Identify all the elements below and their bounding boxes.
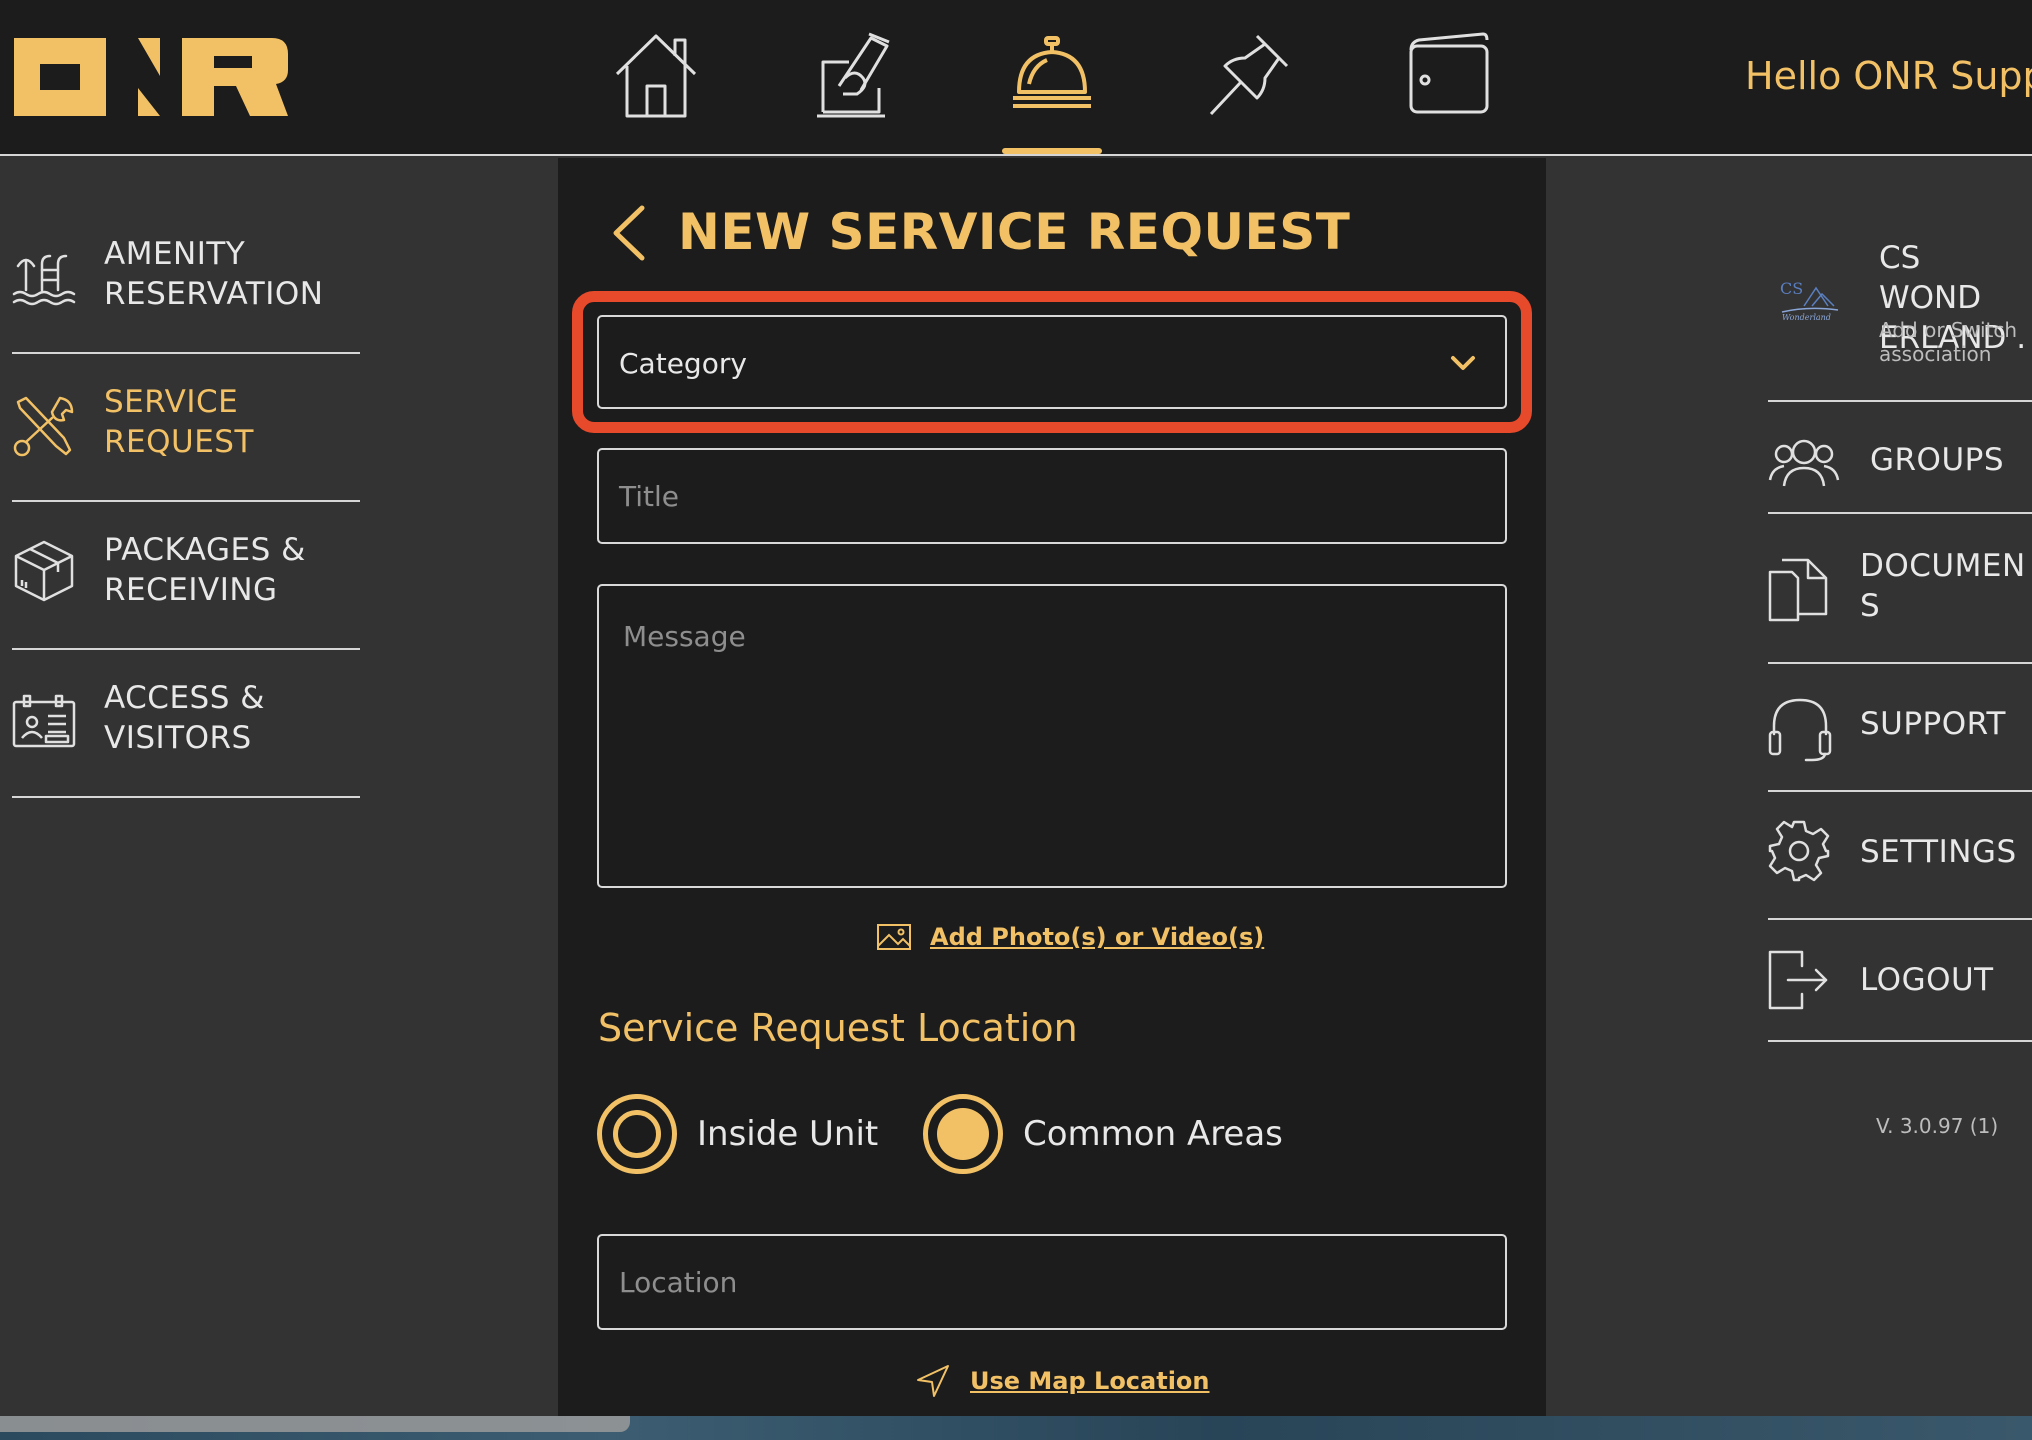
wallet-icon [1409, 32, 1489, 114]
nav-tab-home[interactable] [606, 28, 706, 154]
pool-ladder-icon [12, 246, 76, 312]
nav-tab-wallet[interactable] [1398, 28, 1498, 154]
chevron-down-icon [1449, 353, 1477, 373]
sidebar-item-label: AMENITY RESERVATION [104, 236, 324, 312]
svg-text:Wonderland: Wonderland [1782, 313, 1831, 322]
menu-item-label: SUPPORT [1860, 706, 2006, 742]
headset-icon [1768, 694, 1832, 764]
location-section-heading: Service Request Location [598, 1006, 1078, 1050]
active-tab-indicator [1002, 148, 1102, 154]
add-media-label: Add Photo(s) or Video(s) [930, 923, 1265, 951]
package-box-icon [12, 538, 76, 604]
sidebar-item-access-visitors[interactable]: ACCESS & VISITORS [12, 650, 360, 798]
divider [1768, 918, 2032, 920]
sidebar-item-label: ACCESS & VISITORS [104, 680, 265, 756]
menu-item-label: DOCUMEN S [1860, 548, 2026, 624]
wrench-screwdriver-icon [12, 394, 76, 460]
nav-tab-vote[interactable] [804, 28, 904, 154]
sidebar-item-packages-receiving[interactable]: PACKAGES & RECEIVING [12, 502, 360, 650]
svg-text:CS: CS [1780, 279, 1803, 298]
sidebar-item-service-request[interactable]: SERVICE REQUEST [12, 354, 360, 502]
sidebar-item-label: SERVICE REQUEST [104, 384, 254, 460]
groups-icon [1768, 430, 1840, 496]
radio-label: Common Areas [1023, 1114, 1283, 1154]
divider [1768, 400, 2032, 402]
divider [1768, 662, 2032, 664]
association-logo[interactable]: CS Wonderland [1778, 276, 1842, 322]
radio-inside-unit[interactable]: Inside Unit [597, 1094, 878, 1174]
nav-tab-concierge[interactable] [1002, 28, 1102, 154]
divider [1768, 512, 2032, 514]
visitor-badge-icon [12, 690, 76, 756]
page-title: NEW SERVICE REQUEST [678, 203, 1351, 261]
menu-item-label: SETTINGS [1860, 834, 2017, 870]
chevron-left-icon [613, 205, 645, 261]
radio-label: Inside Unit [697, 1114, 879, 1154]
menu-item-groups[interactable]: GROUPS [1768, 426, 2032, 506]
pushpin-icon [1209, 34, 1289, 116]
app-version: V. 3.0.97 (1) [1876, 1114, 1999, 1138]
message-placeholder: Message [623, 620, 746, 653]
menu-item-documents[interactable]: DOCUMEN S [1768, 540, 2032, 650]
back-button[interactable] [608, 202, 648, 264]
service-bell-icon [1013, 36, 1091, 108]
divider [1768, 1040, 2032, 1042]
sidebar-item-label: PACKAGES & RECEIVING [104, 532, 306, 608]
navigation-arrow-icon [917, 1365, 949, 1397]
category-dropdown[interactable]: Category [597, 315, 1507, 409]
location-placeholder: Location [619, 1266, 738, 1299]
menu-item-logout[interactable]: LOGOUT [1768, 946, 2032, 1026]
user-greeting: Hello ONR Supp [1745, 54, 2032, 98]
title-placeholder: Title [619, 480, 680, 513]
menu-item-label: GROUPS [1870, 442, 2005, 478]
radio-circle [923, 1094, 1003, 1174]
image-icon [877, 924, 911, 950]
switch-association-link[interactable]: Add or Switch association [1879, 318, 2017, 366]
location-input[interactable]: Location [597, 1234, 1507, 1330]
ballot-box-icon [817, 32, 890, 118]
category-label: Category [619, 347, 747, 380]
sidebar-item-amenity-reservation[interactable]: AMENITY RESERVATION [12, 206, 360, 354]
documents-icon [1768, 550, 1828, 622]
radio-circle [597, 1094, 677, 1174]
home-icon [615, 34, 697, 118]
gear-icon [1768, 820, 1830, 882]
menu-item-settings[interactable]: SETTINGS [1768, 818, 2032, 898]
nav-tab-bulletin-board[interactable] [1200, 28, 1300, 154]
onr-logo[interactable] [14, 38, 288, 116]
menu-item-support[interactable]: SUPPORT [1768, 690, 2032, 770]
menu-item-label: LOGOUT [1860, 962, 1994, 998]
window-edge [0, 1416, 630, 1432]
divider [1768, 790, 2032, 792]
map-link-label: Use Map Location [970, 1367, 1210, 1395]
top-navigation-bar: Hello ONR Supp [0, 0, 2032, 156]
add-media-link[interactable]: Add Photo(s) or Video(s) [876, 922, 1264, 952]
use-map-location-link[interactable]: Use Map Location [914, 1362, 1210, 1400]
title-input[interactable]: Title [597, 448, 1507, 544]
logout-icon [1768, 950, 1830, 1010]
radio-common-areas[interactable]: Common Areas [923, 1094, 1283, 1174]
message-textarea[interactable]: Message [597, 584, 1507, 888]
